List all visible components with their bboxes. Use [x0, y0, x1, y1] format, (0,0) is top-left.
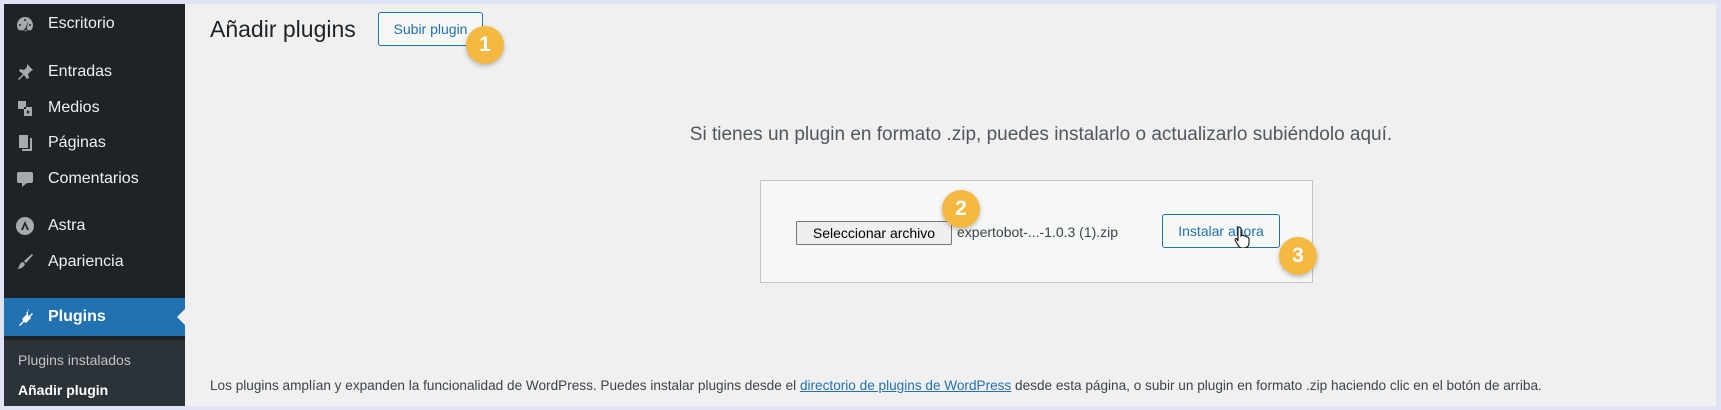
pin-icon [14, 61, 36, 83]
sidebar-item-label: Astra [48, 217, 86, 234]
hand-cursor-icon [1234, 226, 1250, 248]
step-badge-2: 2 [942, 190, 980, 228]
upload-instructions: Si tienes un plugin en formato .zip, pue… [689, 124, 1393, 145]
plugins-help-text: Los plugins amplían y expanden la funcio… [210, 378, 1542, 393]
comments-icon [14, 168, 36, 190]
step-badge-3: 3 [1279, 237, 1317, 275]
admin-sidebar: Escritorio Entradas Medios Páginas Comen… [4, 4, 185, 406]
sidebar-item-apariencia[interactable]: Apariencia [4, 244, 185, 280]
dashboard-icon [14, 13, 36, 35]
footer-text-after: desde esta página, o subir un plugin en … [1011, 378, 1542, 393]
sidebar-item-label: Plugins [48, 308, 106, 325]
install-now-button[interactable]: Instalar ahora [1162, 214, 1280, 248]
choose-file-button[interactable]: Seleccionar archivo [796, 221, 952, 245]
sidebar-item-medios[interactable]: Medios [4, 90, 185, 126]
sidebar-item-label: Entradas [48, 63, 113, 80]
selected-file-name: expertobot-...-1.0.3 (1).zip [957, 224, 1119, 240]
page-title: Añadir plugins [210, 16, 356, 42]
sidebar-item-comentarios[interactable]: Comentarios [4, 161, 185, 197]
brush-icon [14, 251, 36, 273]
plugins-submenu: Plugins instalados Añadir plugin [4, 340, 185, 406]
footer-text-before: Los plugins amplían y expanden la funcio… [210, 378, 800, 393]
step-badge-1: 1 [466, 26, 504, 64]
sidebar-item-label: Comentarios [48, 170, 139, 187]
astra-icon [14, 215, 36, 237]
sidebar-item-label: Medios [48, 99, 100, 116]
sidebar-item-label: Apariencia [48, 253, 124, 270]
sidebar-item-entradas[interactable]: Entradas [4, 54, 185, 90]
sidebar-item-plugins[interactable]: Plugins [4, 298, 185, 336]
plugin-directory-link[interactable]: directorio de plugins de WordPress [800, 378, 1011, 393]
submenu-plugins-instalados[interactable]: Plugins instalados [18, 352, 131, 368]
sidebar-item-astra[interactable]: Astra [4, 208, 185, 244]
sidebar-item-escritorio[interactable]: Escritorio [4, 6, 185, 42]
media-icon [14, 97, 36, 119]
plugins-icon [14, 306, 36, 328]
wp-admin-window: Escritorio Entradas Medios Páginas Comen… [4, 4, 1716, 406]
submenu-anadir-plugin[interactable]: Añadir plugin [18, 382, 108, 398]
sidebar-item-label: Escritorio [48, 15, 115, 32]
upload-form: Seleccionar archivo expertobot-...-1.0.3… [760, 180, 1313, 283]
